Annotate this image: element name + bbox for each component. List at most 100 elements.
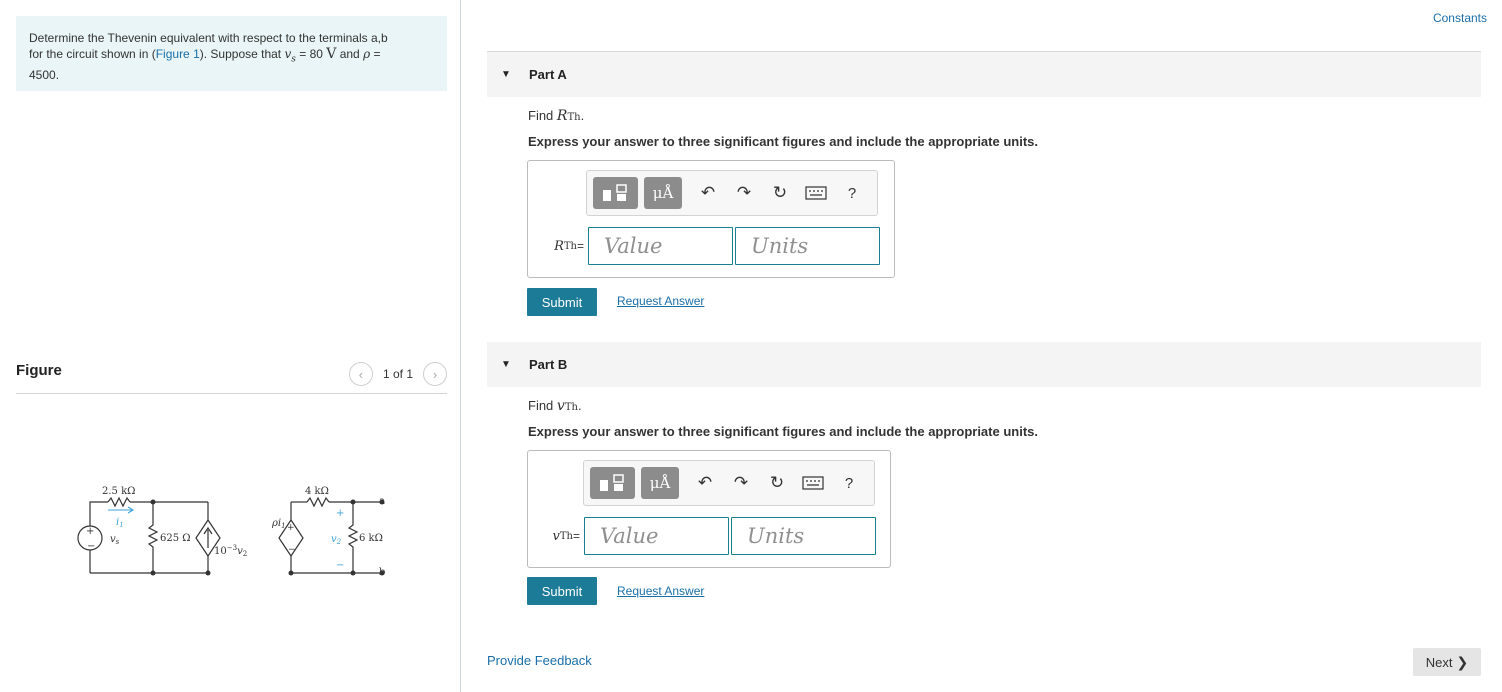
wire [89, 501, 108, 503]
redo-button[interactable]: ↷ [728, 177, 760, 209]
panel-divider [460, 0, 461, 692]
templates-button[interactable] [590, 467, 635, 499]
label-terminal-b: b [379, 567, 385, 578]
resistor-2-5k [107, 496, 131, 508]
label-cs: 10−3v2 [214, 544, 247, 558]
part-b-find: Find vTh. [528, 398, 582, 414]
templates-icon [602, 184, 627, 201]
caret-down-icon: ▼ [501, 69, 511, 80]
part-b-request-answer-link[interactable]: Request Answer [617, 584, 704, 598]
dep-minus: − [288, 545, 296, 555]
part-b-label: v Th = [552, 528, 581, 544]
part-a-header[interactable]: ▼ Part A [487, 52, 1481, 97]
part-b-header[interactable]: ▼ Part B [487, 342, 1481, 387]
chevron-right-icon: ❯ [1456, 653, 1469, 670]
part-a-value-input[interactable]: Value [588, 227, 733, 265]
help-button[interactable]: ? [833, 467, 865, 499]
figure-title: Figure [16, 362, 62, 379]
provide-feedback-link[interactable]: Provide Feedback [487, 653, 592, 668]
resistor-4k [306, 496, 330, 508]
dep-plus: + [287, 523, 295, 533]
templates-icon [599, 474, 624, 491]
part-a-find: Find RTh. [528, 108, 585, 124]
redo-icon: ↷ [733, 473, 749, 492]
part-a-toolbar: μÅ ↶ ↷ ↻ ? [586, 170, 878, 216]
constants-link[interactable]: Constants [1433, 11, 1487, 25]
left-panel: Determine the Thevenin equivalent with r… [0, 0, 460, 692]
part-b-toolbar: μÅ ↶ ↷ ↻ ? [583, 460, 875, 506]
figure-header: Figure ‹ 1 of 1 › [16, 360, 447, 394]
label-vs: vs [110, 534, 120, 546]
figure-link[interactable]: Figure 1 [156, 47, 200, 61]
part-a-instructions: Express your answer to three significant… [528, 134, 1038, 149]
part-a-title: Part A [529, 67, 567, 82]
part-a-label: R Th = [554, 238, 584, 254]
label-minus: − [87, 541, 95, 552]
label-plus: + [86, 526, 94, 537]
units-button[interactable]: μÅ [644, 177, 682, 209]
help-icon: ? [847, 184, 857, 202]
prev-figure-button[interactable]: ‹ [348, 362, 373, 386]
keyboard-icon [805, 186, 827, 200]
reset-icon: ↻ [769, 473, 785, 492]
units-icon: μÅ [649, 474, 671, 492]
undo-icon: ↶ [700, 183, 716, 202]
node-dot [205, 570, 211, 576]
node-dot [288, 570, 294, 576]
part-b-title: Part B [529, 357, 568, 372]
part-a-answer-box: μÅ ↶ ↷ ↻ ? R Th = Value Units [527, 160, 895, 278]
current-arrow [203, 526, 213, 548]
problem-statement: Determine the Thevenin equivalent with r… [16, 16, 447, 91]
undo-button[interactable]: ↶ [692, 177, 724, 209]
next-figure-button[interactable]: › [423, 362, 447, 386]
chevron-right-icon: › [432, 366, 438, 382]
label-r2: 625 Ω [160, 533, 191, 544]
part-b-value-input[interactable]: Value [584, 517, 729, 555]
part-a-units-input[interactable]: Units [735, 227, 880, 265]
problem-line1: Determine the Thevenin equivalent with r… [29, 31, 388, 45]
part-a-request-answer-link[interactable]: Request Answer [617, 294, 704, 308]
undo-button[interactable]: ↶ [689, 467, 721, 499]
v2-plus: + [336, 508, 344, 519]
circuit-diagram: 2.5 kΩ i1 + − vs 625 Ω 10−3v2 ρi1 + − 4 … [77, 486, 385, 578]
label-dep: ρi1 [271, 518, 286, 530]
help-button[interactable]: ? [836, 177, 868, 209]
node-dot [150, 570, 156, 576]
part-b-units-input[interactable]: Units [731, 517, 876, 555]
next-button[interactable]: Next ❯ [1413, 648, 1481, 676]
label-v2: v2 [331, 534, 342, 546]
part-b-instructions: Express your answer to three significant… [528, 424, 1038, 439]
v2-minus: − [336, 560, 344, 571]
part-a-submit-button[interactable]: Submit [527, 288, 597, 316]
part-b-answer-box: μÅ ↶ ↷ ↻ ? v Th = Value Units [527, 450, 891, 568]
node-dot [350, 499, 356, 505]
label-i1: i1 [116, 517, 124, 529]
keyboard-icon [802, 476, 824, 490]
figure-pager: ‹ 1 of 1 › [348, 362, 447, 386]
part-b-submit-button[interactable]: Submit [527, 577, 597, 605]
label-r4: 6 kΩ [359, 533, 383, 544]
resistor-625 [147, 502, 159, 573]
next-label: Next [1425, 654, 1453, 670]
node-dot [150, 499, 156, 505]
reset-button[interactable]: ↻ [764, 177, 796, 209]
reset-icon: ↻ [772, 183, 788, 202]
reset-button[interactable]: ↻ [761, 467, 793, 499]
label-terminal-a: a [379, 496, 385, 507]
redo-button[interactable]: ↷ [725, 467, 757, 499]
help-icon: ? [844, 474, 854, 492]
undo-icon: ↶ [697, 473, 713, 492]
label-r3: 4 kΩ [305, 486, 329, 497]
resistor-6k [347, 502, 359, 573]
units-icon: μÅ [652, 184, 674, 202]
templates-button[interactable] [593, 177, 638, 209]
keyboard-button[interactable] [797, 467, 829, 499]
node-dot [350, 570, 356, 576]
redo-icon: ↷ [736, 183, 752, 202]
caret-down-icon: ▼ [501, 359, 511, 370]
figure-counter: 1 of 1 [382, 367, 413, 381]
chevron-left-icon: ‹ [358, 366, 364, 382]
units-button[interactable]: μÅ [641, 467, 679, 499]
current-i1-arrow [108, 506, 135, 514]
keyboard-button[interactable] [800, 177, 832, 209]
